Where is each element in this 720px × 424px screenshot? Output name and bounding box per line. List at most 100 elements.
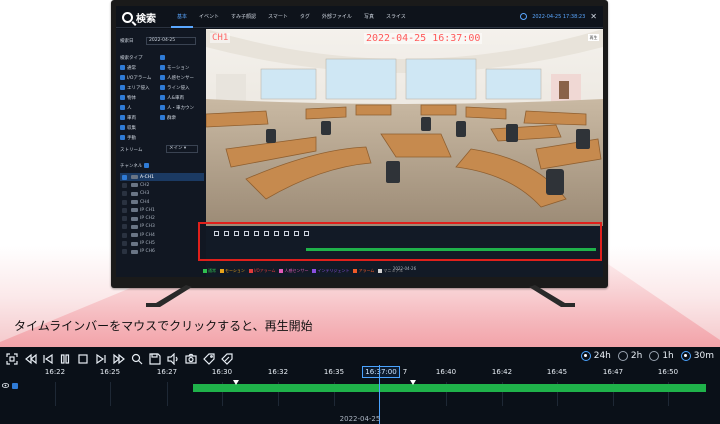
edit-tag-icon[interactable] — [221, 350, 233, 365]
camera-icon — [131, 175, 138, 180]
tab-face[interactable]: すみ子顔認 — [225, 6, 262, 28]
tab-external-file[interactable]: 外部ファイル — [316, 6, 358, 28]
timeline-date: 2022-04-25 — [339, 415, 381, 423]
type-checkbox[interactable]: 人&車両 — [160, 95, 184, 101]
type-checkbox[interactable]: 人・車カウン — [160, 105, 194, 111]
type-checkbox[interactable]: I/Oアラーム — [120, 75, 151, 81]
date-label: 検索日 — [120, 39, 134, 44]
type-checkbox[interactable]: 物体 — [120, 95, 136, 101]
channel-list: A-CH1 CH2 CH3 CH4 IP CH1 IP CH2 IP CH3 I… — [120, 173, 204, 256]
channel-checkbox[interactable] — [12, 383, 18, 389]
tab-tag[interactable]: タグ — [294, 6, 316, 28]
timeline-track[interactable] — [0, 380, 720, 406]
type-checkbox[interactable]: 通常 — [120, 65, 136, 71]
legend-item: マニュアル — [378, 268, 403, 274]
zoom-option-1h[interactable]: 1h — [649, 351, 674, 361]
stage: 検索 基本 イベント すみ子顔認 スマート タグ 外部ファイル 写真 スライス … — [0, 0, 720, 424]
segment-start-marker — [233, 380, 239, 385]
tab-event[interactable]: イベント — [193, 6, 225, 28]
channel-item[interactable]: A-CH1 — [120, 173, 204, 182]
zoom-option-24h[interactable]: 24h — [580, 351, 611, 361]
pause-icon[interactable] — [59, 350, 71, 364]
tab-bar: 基本 イベント すみ子顔認 スマート タグ 外部ファイル 写真 スライス — [171, 6, 412, 28]
legend-item: I/Oアラーム — [248, 268, 275, 274]
tab-smart[interactable]: スマート — [262, 6, 294, 28]
time-tick: 16:42 — [491, 368, 513, 376]
channel-item[interactable]: CH4 — [120, 198, 204, 206]
select-all-checkbox[interactable] — [160, 55, 165, 60]
channel-item[interactable]: IP CH2 — [120, 214, 204, 222]
camera-icon — [131, 183, 138, 188]
camera-icon — [131, 233, 138, 238]
date-field[interactable]: 2022-04-25 — [146, 37, 196, 45]
time-tick: 16:30 — [211, 368, 233, 376]
type-checkbox[interactable]: 群衆 — [160, 115, 176, 121]
tab-photo[interactable]: 写真 — [358, 6, 380, 28]
playback-badge: 再生 — [588, 34, 599, 41]
search-type-label: 検索タイプ — [120, 56, 143, 61]
zoom-option-30m[interactable]: 30m — [680, 351, 714, 361]
type-checkbox[interactable]: エリア侵入 — [120, 85, 150, 91]
timeline-panel: 24h 2h 1h 30m 16:22 16:25 16:27 16:30 16… — [0, 347, 720, 424]
channel-item[interactable]: IP CH5 — [120, 239, 204, 247]
zoom-selector: 24h 2h 1h 30m — [580, 351, 714, 361]
radio-icon — [680, 351, 691, 361]
instruction-caption: タイムラインバーをマウスでクリックすると、再生開始 — [14, 319, 313, 333]
rewind-icon[interactable] — [25, 350, 37, 365]
channel-item[interactable]: IP CH1 — [120, 206, 204, 214]
type-checkbox[interactable]: ライン侵入 — [160, 85, 190, 91]
tab-slice[interactable]: スライス — [380, 6, 412, 28]
time-tick: 16:50 — [657, 368, 679, 376]
zoom-icon[interactable] — [131, 350, 143, 365]
stop-icon[interactable] — [77, 350, 89, 364]
radio-icon — [580, 351, 591, 361]
channel-item[interactable]: IP CH4 — [120, 231, 204, 239]
type-checkbox[interactable]: 手動 — [120, 135, 136, 141]
snapshot-icon[interactable] — [185, 350, 197, 364]
search-icon — [122, 12, 133, 23]
step-forward-icon[interactable] — [95, 350, 107, 365]
segment-marker — [410, 380, 416, 385]
tag-icon[interactable] — [203, 350, 215, 365]
channel-item[interactable]: IP CH3 — [120, 223, 204, 231]
channel-overlay: CH1 — [210, 33, 231, 43]
zoom-option-2h[interactable]: 2h — [617, 351, 642, 361]
tv-stand-right — [505, 285, 575, 307]
top-right: 2022-04-25 17:38:23 ✕ — [520, 12, 597, 21]
legend-item: モーション — [220, 268, 245, 274]
reverse-play-icon[interactable] — [42, 350, 54, 365]
type-checkbox[interactable]: 人感センサー — [160, 75, 194, 81]
playback-video[interactable]: CH1 2022-04-25 16:37:00 再生 — [206, 29, 603, 226]
time-tick: 16:27 — [156, 368, 178, 376]
fast-forward-icon[interactable] — [113, 350, 125, 365]
channel-item[interactable]: CH3 — [120, 190, 204, 198]
tab-basic[interactable]: 基本 — [171, 6, 194, 28]
camera-icon — [131, 241, 138, 246]
time-tick: 16:35 — [323, 368, 345, 376]
eye-icon[interactable] — [2, 383, 9, 388]
classroom-image — [206, 29, 603, 226]
channel-label: チャンネル — [120, 163, 151, 169]
volume-icon[interactable] — [167, 350, 179, 366]
channel-item[interactable]: IP CH6 — [120, 248, 204, 256]
grid-line — [167, 382, 168, 406]
mini-legend: 通常 モーション I/Oアラーム 人感センサー インテリジェント アラーム マニ… — [203, 268, 403, 274]
close-icon[interactable]: ✕ — [590, 12, 597, 21]
type-checkbox[interactable]: 人 — [120, 105, 132, 111]
recording-segment[interactable] — [193, 384, 706, 392]
stream-select[interactable]: メイン ▾ — [166, 145, 198, 153]
fullscreen-icon[interactable] — [6, 350, 18, 365]
channel-item[interactable]: CH2 — [120, 181, 204, 189]
save-icon[interactable] — [149, 350, 161, 365]
type-checkbox[interactable]: モーション — [160, 65, 189, 71]
search-title: 検索 — [122, 10, 156, 25]
type-checkbox[interactable]: 収集 — [120, 125, 136, 131]
time-tick: 16:45 — [546, 368, 568, 376]
camera-icon — [131, 224, 138, 229]
radio-icon — [617, 351, 628, 361]
camera-icon — [131, 200, 138, 205]
current-time-box: 16:37:00 — [362, 366, 400, 378]
clock-icon — [520, 13, 528, 20]
type-checkbox[interactable]: 車両 — [120, 115, 136, 121]
camera-icon — [131, 191, 138, 196]
